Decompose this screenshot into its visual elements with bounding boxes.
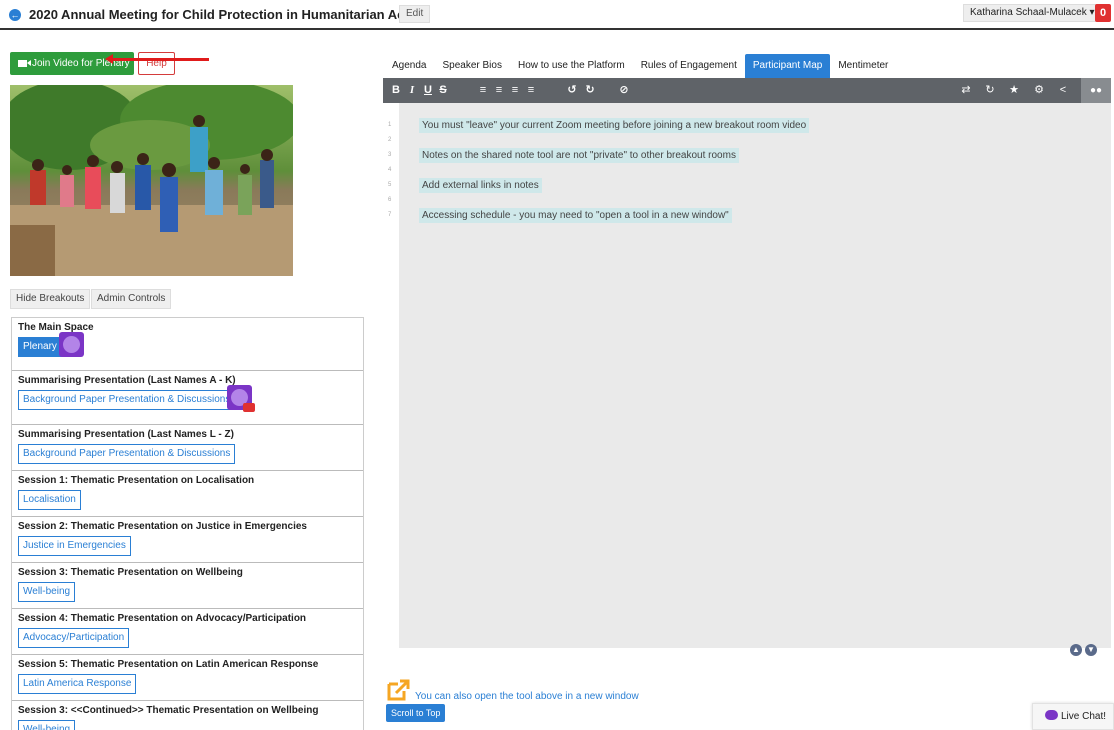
room-title: Session 5: Thematic Presentation on Lati… (18, 659, 319, 670)
tab-how-to-use[interactable]: How to use the Platform (510, 54, 633, 78)
room-join-link[interactable]: Well-being (18, 582, 76, 602)
line-number: 2 (388, 137, 392, 143)
room-title: Session 1: Thematic Presentation on Loca… (18, 475, 255, 486)
open-new-window-icon[interactable] (386, 678, 412, 702)
line-number: 1 (388, 122, 392, 128)
editor-toolbar: B I U S ≡ ≡ ≡ ≡ ↺ ↻ ⊘ ⇄ ↻ ★ ⚙ < ●● (383, 78, 1111, 103)
annotation-arrow (105, 54, 209, 64)
room-title: Summarising Presentation (Last Names A -… (18, 375, 236, 386)
user-menu[interactable]: Katharina Schaal-Mulacek ▾ (963, 4, 1102, 22)
chevron-down-icon: ▾ (1089, 7, 1095, 18)
avatar[interactable] (227, 385, 255, 412)
video-camera-icon (243, 403, 255, 412)
italic-icon[interactable]: I (405, 78, 419, 103)
open-new-window-text[interactable]: You can also open the tool above in a ne… (415, 691, 639, 702)
room-item: Summarising Presentation (Last Names L -… (12, 425, 363, 471)
room-item: Session 1: Thematic Presentation on Loca… (12, 471, 363, 517)
room-item: Session 2: Thematic Presentation on Just… (12, 517, 363, 563)
room-item: Session 3: Thematic Presentation on Well… (12, 563, 363, 609)
outdent-icon[interactable]: ≡ (524, 78, 538, 103)
strikethrough-icon[interactable]: S (436, 78, 450, 103)
room-join-link[interactable]: Advocacy/Participation (18, 628, 130, 648)
history-icon[interactable]: ↻ (982, 78, 998, 103)
admin-controls-button[interactable]: Admin Controls (91, 289, 172, 309)
live-chat-label: Live Chat! (1061, 711, 1107, 722)
room-join-link[interactable]: Background Paper Presentation & Discussi… (18, 390, 236, 410)
live-chat-button[interactable]: Live Chat! (1032, 703, 1114, 730)
note-text-line[interactable]: You must "leave" your current Zoom meeti… (419, 118, 810, 133)
room-item: Session 4: Thematic Presentation on Advo… (12, 609, 363, 655)
tool-tabs: Agenda Speaker Bios How to use the Platfor… (384, 54, 896, 78)
users-icon[interactable]: ●● (1081, 78, 1111, 103)
chat-bubble-icon (1045, 710, 1058, 720)
undo-icon[interactable]: ↺ (565, 78, 579, 103)
clear-authorship-icon[interactable]: ⊘ (617, 78, 631, 103)
hide-breakouts-button[interactable]: Hide Breakouts (10, 289, 91, 309)
avatar[interactable] (59, 332, 84, 357)
bold-icon[interactable]: B (389, 78, 403, 103)
room-title: Session 3: <<Continued>> Thematic Presen… (18, 705, 319, 716)
room-join-link[interactable]: Latin America Response (18, 674, 137, 694)
underline-icon[interactable]: U (421, 78, 435, 103)
join-video-button[interactable]: Join Video for Plenary (10, 52, 134, 75)
tab-participant-map[interactable]: Participant Map (744, 54, 831, 78)
numbered-list-icon[interactable]: ≡ (492, 78, 506, 103)
scroll-arrows: ▲ ▼ (1070, 643, 1100, 656)
tab-rules-of-engagement[interactable]: Rules of Engagement (633, 54, 745, 78)
line-number: 5 (388, 182, 392, 188)
tab-agenda[interactable]: Agenda (384, 54, 434, 78)
scroll-up-icon[interactable]: ▲ (1070, 644, 1082, 656)
indent-icon[interactable]: ≡ (508, 78, 522, 103)
line-number: 3 (388, 152, 392, 158)
room-item: Session 3: <<Continued>> Thematic Presen… (12, 701, 363, 730)
user-name: Katharina Schaal-Mulacek (970, 7, 1087, 18)
video-camera-icon (18, 60, 31, 67)
star-icon[interactable]: ★ (1006, 78, 1022, 103)
bullet-list-icon[interactable]: ≡ (476, 78, 490, 103)
import-export-icon[interactable]: ⇄ (958, 78, 974, 103)
redo-icon[interactable]: ↻ (583, 78, 597, 103)
share-icon[interactable]: < (1055, 78, 1071, 103)
line-number: 4 (388, 167, 392, 173)
room-join-link[interactable]: Localisation (18, 490, 81, 510)
line-number: 7 (388, 212, 392, 218)
room-title: Session 4: Thematic Presentation on Advo… (18, 613, 307, 624)
room-join-link[interactable]: Well-being (18, 720, 76, 730)
hero-photo (10, 85, 293, 276)
room-title: Summarising Presentation (Last Names L -… (18, 429, 234, 440)
room-join-link[interactable]: Plenary (18, 337, 62, 357)
tab-speaker-bios[interactable]: Speaker Bios (434, 54, 509, 78)
note-text-line[interactable]: Notes on the shared note tool are not "p… (419, 148, 739, 163)
scroll-to-top-button[interactable]: Scroll to Top (386, 704, 446, 722)
top-bar: ← 2020 Annual Meeting for Child Protecti… (0, 0, 1114, 30)
room-title: Session 2: Thematic Presentation on Just… (18, 521, 307, 532)
room-join-link[interactable]: Justice in Emergencies (18, 536, 131, 556)
room-title: Session 3: Thematic Presentation on Well… (18, 567, 243, 578)
room-item: Session 5: Thematic Presentation on Lati… (12, 655, 363, 701)
edit-button[interactable]: Edit (399, 5, 431, 23)
notification-badge[interactable]: 0 (1095, 4, 1111, 22)
room-item: The Main Space Plenary (12, 318, 363, 371)
help-button[interactable]: Help (138, 52, 175, 75)
room-join-link[interactable]: Background Paper Presentation & Discussi… (18, 444, 236, 464)
scroll-down-icon[interactable]: ▼ (1085, 644, 1097, 656)
note-text-line[interactable]: Accessing schedule - you may need to "op… (419, 208, 732, 223)
gear-icon[interactable]: ⚙ (1031, 78, 1047, 103)
room-item: Summarising Presentation (Last Names A -… (12, 371, 363, 425)
line-number: 6 (388, 197, 392, 203)
page-title: 2020 Annual Meeting for Child Protection… (29, 7, 424, 22)
tab-mentimeter[interactable]: Mentimeter (830, 54, 896, 78)
breakout-room-list: The Main Space Plenary Summarising Prese… (11, 317, 364, 730)
note-text-line[interactable]: Add external links in notes (419, 178, 542, 193)
back-arrow-icon[interactable]: ← (9, 9, 21, 21)
